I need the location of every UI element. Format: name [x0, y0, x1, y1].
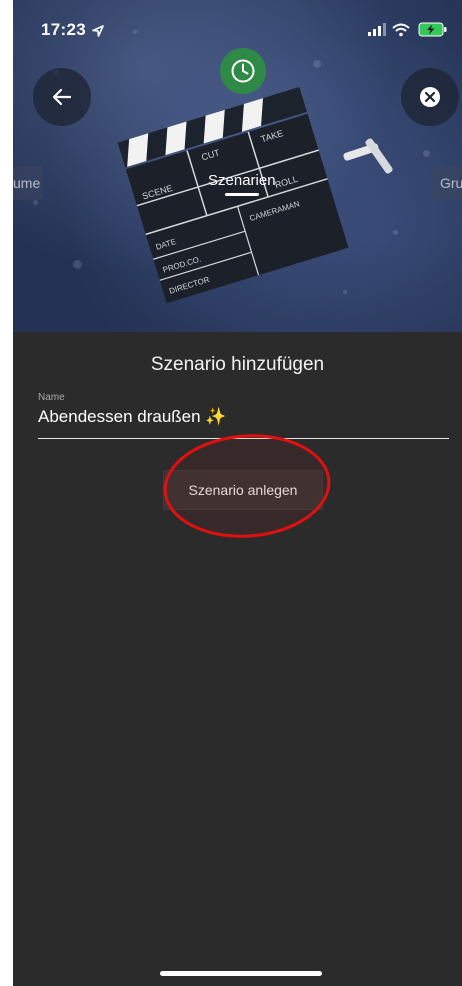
location-arrow-icon [92, 25, 104, 37]
scenario-type-badge [220, 48, 266, 94]
tab-next-partial[interactable]: Gru [432, 166, 462, 200]
back-arrow-icon [52, 88, 72, 106]
sheet-title: Szenario hinzufügen [150, 354, 325, 375]
close-icon [420, 87, 440, 107]
clock-icon [231, 59, 255, 83]
wifi-icon [392, 23, 410, 37]
tab-szenarien[interactable]: Szenarien [208, 172, 276, 189]
back-button[interactable] [33, 68, 91, 126]
app-screen: SCENE CUT TAKE ROLL DATE PROD.CO. DIRECT… [13, 0, 462, 986]
tab-previous-label: ume [13, 175, 41, 191]
status-time: 17:23 [41, 20, 86, 39]
tab-previous-partial[interactable]: ume [13, 166, 43, 200]
name-input[interactable]: Abendessen draußen ✨ [38, 407, 226, 427]
highlight-annotation-ellipse [163, 434, 331, 538]
signal-icon [368, 23, 386, 36]
tab-next-label: Gru [440, 175, 462, 191]
home-indicator [160, 971, 322, 976]
scenario-hero-image: SCENE CUT TAKE ROLL DATE PROD.CO. DIRECT… [13, 0, 462, 332]
name-field-label: Name [38, 392, 65, 403]
battery-charging-icon [418, 22, 447, 37]
close-button[interactable] [401, 68, 459, 126]
active-tab-indicator [225, 193, 259, 196]
